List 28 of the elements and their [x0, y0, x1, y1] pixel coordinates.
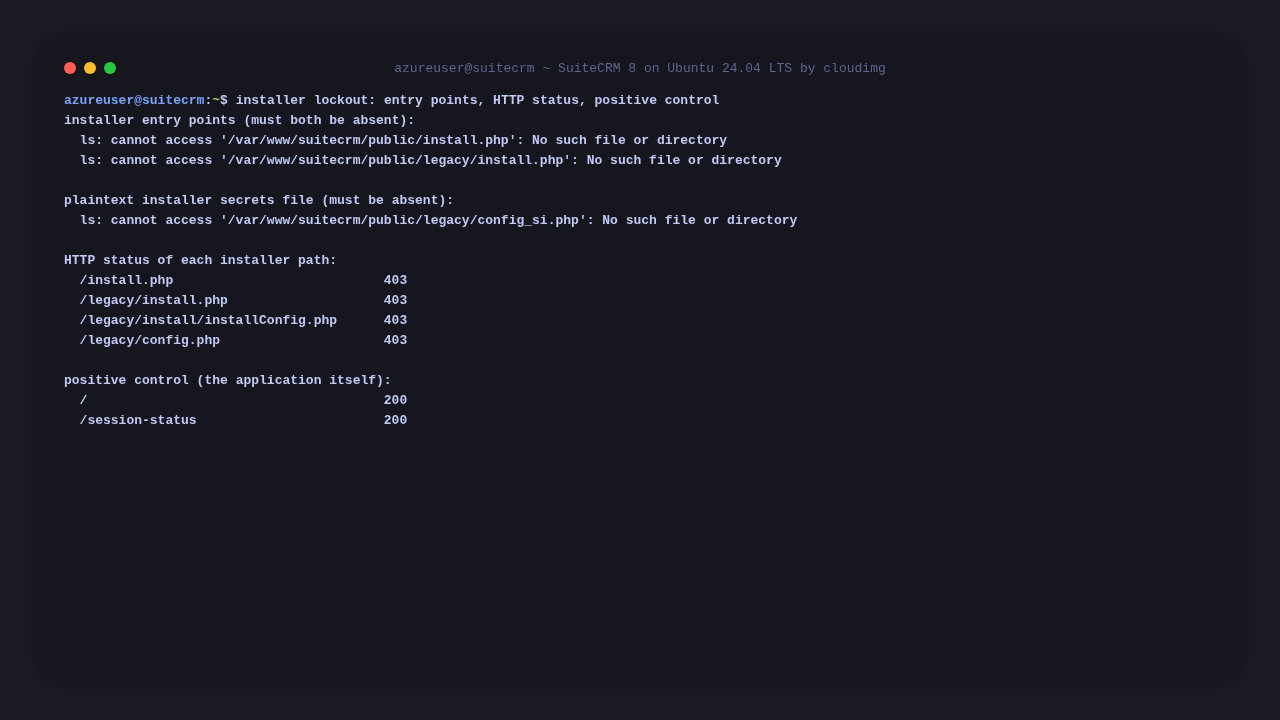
output-line: ls: cannot access '/var/www/suitecrm/public/legacy/config_si.php': No such file or directory: [79, 212, 798, 230]
url-path: /legacy/config.php: [79, 333, 221, 348]
output-heading: plaintext installer secrets file (must be absent):: [64, 192, 455, 210]
output-line: ls: cannot access '/var/www/suitecrm/public/legacy/install.php': No such file or directory: [79, 152, 782, 170]
url-path: /session-status: [79, 413, 197, 428]
status-code: 200: [383, 412, 408, 430]
status-code: 403: [383, 292, 408, 310]
url-path: /: [79, 393, 88, 408]
status-code: 200: [383, 392, 408, 410]
prompt-path: ~: [212, 92, 221, 110]
url-path: /legacy/install.php: [79, 293, 228, 308]
output-heading: installer entry points (must both be absent):: [64, 112, 416, 130]
command-text: installer lockout: entry points, HTTP status, positive control: [235, 92, 720, 110]
window-title: azureuser@suitecrm ~ SuiteCRM 8 on Ubuntu 24.04 LTS by cloudimg: [394, 60, 886, 76]
maximize-button[interactable]: [104, 62, 116, 74]
url-path: /legacy/install/installConfig.php: [79, 313, 338, 328]
status-code: 403: [383, 332, 408, 350]
prompt-user: azureuser@suitecrm: [64, 92, 205, 110]
prompt-separator: :: [204, 92, 213, 110]
output-line: ls: cannot access '/var/www/suitecrm/public/install.php': No such file or directory: [79, 132, 728, 150]
url-path: /install.php: [79, 273, 174, 288]
status-code: 403: [383, 272, 408, 290]
output-heading: HTTP status of each installer path:: [64, 252, 338, 270]
status-code: 403: [383, 312, 408, 330]
minimize-button[interactable]: [84, 62, 96, 74]
output-heading: positive control (the application itself):: [64, 372, 392, 390]
prompt-symbol: $: [220, 92, 228, 110]
close-button[interactable]: [64, 62, 76, 74]
